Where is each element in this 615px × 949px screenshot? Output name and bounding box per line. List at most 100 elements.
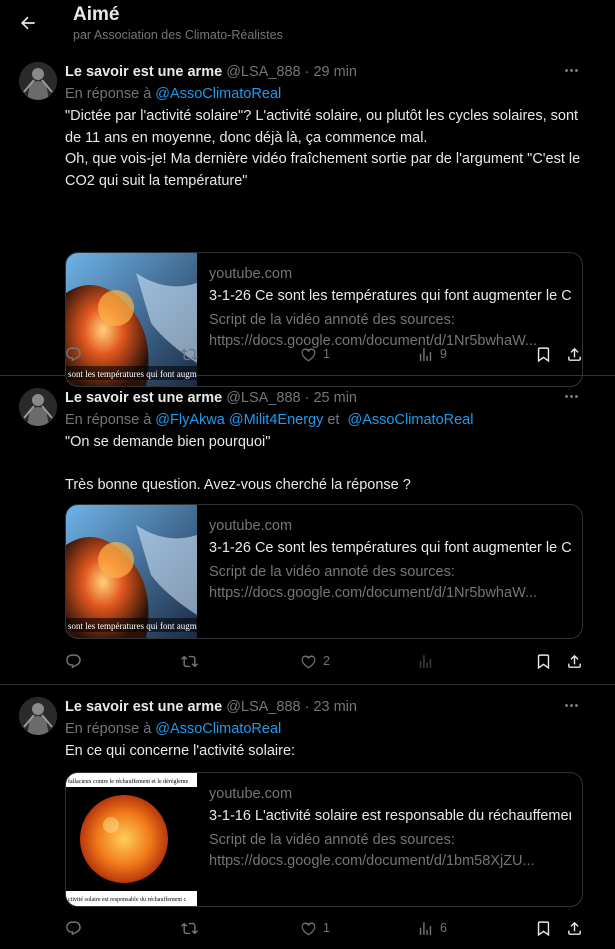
- card-desc-line: Script de la vidéo annoté des sources:: [209, 312, 455, 328]
- page-subtitle: par Association des Climato-Réalistes: [73, 28, 283, 42]
- views-button[interactable]: 6: [417, 916, 447, 940]
- more-options-button[interactable]: [561, 386, 581, 406]
- tweet-text: En ce qui concerne l'activité solaire:: [65, 743, 296, 759]
- share-button[interactable]: [566, 916, 583, 940]
- mention-separator: et: [323, 412, 344, 428]
- author-name[interactable]: Le savoir est une arme: [65, 699, 222, 715]
- mention-link[interactable]: @Milit4Energy: [229, 412, 324, 428]
- views-icon: [419, 921, 432, 935]
- heart-icon: [301, 348, 316, 361]
- card-domain: youtube.com: [209, 518, 293, 534]
- bookmark-button[interactable]: [535, 649, 552, 673]
- reply-button[interactable]: [65, 342, 88, 366]
- tweet-actions: 1 6: [0, 916, 615, 940]
- card-domain: youtube.com: [209, 786, 293, 802]
- retweet-icon: [181, 922, 198, 934]
- reply-context: En réponse à @FlyAkwa @Milit4Energy et @…: [65, 410, 473, 430]
- tweet[interactable]: Le savoir est une arme @LSA_888 · 25 min…: [0, 377, 615, 685]
- reply-prefix: En réponse à: [65, 86, 156, 102]
- more-options-button[interactable]: [561, 60, 581, 80]
- share-icon: [568, 921, 581, 935]
- link-card[interactable]: fallacieux contre le réchauffement et le…: [65, 772, 583, 907]
- share-button[interactable]: [566, 649, 583, 673]
- page-title: Aimé: [73, 4, 120, 25]
- reply-prefix: En réponse à: [65, 412, 156, 428]
- tweet-text: "On se demande bien pourquoi" Très bonne…: [65, 434, 411, 493]
- like-count: 1: [323, 921, 330, 935]
- more-options-button[interactable]: [561, 695, 581, 715]
- view-count: 9: [440, 347, 447, 361]
- author-handle-time[interactable]: @LSA_888 · 25 min: [226, 390, 357, 406]
- retweet-button[interactable]: [181, 649, 204, 673]
- bookmark-button[interactable]: [535, 916, 552, 940]
- reply-context: En réponse à @AssoClimatoReal: [65, 719, 281, 739]
- share-button[interactable]: [566, 342, 583, 366]
- avatar[interactable]: [19, 62, 57, 100]
- card-description: Script de la vidéo annoté des sources: h…: [209, 830, 571, 872]
- card-description: Script de la vidéo annoté des sources: h…: [209, 562, 571, 604]
- reply-icon: [66, 653, 81, 668]
- author-handle-time[interactable]: @LSA_888 · 23 min: [226, 699, 357, 715]
- video-thumbnail: sont les températures qui font augmen: [66, 253, 197, 386]
- author-name[interactable]: Le savoir est une arme: [65, 64, 222, 80]
- mention-link[interactable]: @AssoClimatoReal: [155, 721, 281, 737]
- video-thumbnail: fallacieux contre le réchauffement et le…: [66, 773, 197, 906]
- card-desc-url: https://docs.google.com/document/d/1Nr5b…: [209, 585, 538, 601]
- like-button[interactable]: 1: [300, 916, 330, 940]
- share-icon: [568, 654, 581, 668]
- share-icon: [568, 347, 581, 361]
- tweet[interactable]: Le savoir est une arme @LSA_888 · 29 min…: [0, 56, 615, 387]
- avatar[interactable]: [19, 697, 57, 735]
- like-button[interactable]: 1: [300, 342, 330, 366]
- heart-icon: [301, 655, 316, 668]
- tweet-header: Le savoir est une arme @LSA_888 · 29 min: [65, 62, 357, 82]
- bookmark-icon: [537, 653, 550, 669]
- thumbnail-caption-bottom: ctivité solaire est responsable du récha…: [68, 896, 187, 903]
- author-name[interactable]: Le savoir est une arme: [65, 390, 222, 406]
- video-thumbnail: sont les températures qui font augmen: [66, 505, 197, 638]
- card-title: 3-1-26 Ce sont les températures qui font…: [209, 288, 571, 304]
- card-desc-line: Script de la vidéo annoté des sources:: [209, 832, 455, 848]
- retweet-icon: [181, 348, 198, 360]
- arrow-left-icon: [20, 16, 35, 30]
- card-title: 3-1-16 L'activité solaire est responsabl…: [209, 808, 571, 824]
- page-header: Aimé par Association des Climato-Réalist…: [0, 0, 615, 56]
- card-domain: youtube.com: [209, 266, 293, 282]
- retweet-icon: [181, 655, 198, 667]
- views-icon: [419, 347, 432, 361]
- tweet-header: Le savoir est une arme @LSA_888 · 23 min: [65, 697, 357, 717]
- retweet-button[interactable]: [181, 342, 204, 366]
- like-count: 1: [323, 347, 330, 361]
- reply-icon: [66, 920, 81, 935]
- bookmark-icon: [537, 346, 550, 362]
- views-button[interactable]: [417, 649, 440, 673]
- tweet-header: Le savoir est une arme @LSA_888 · 25 min: [65, 388, 357, 408]
- link-card[interactable]: sont les températures qui font augmen yo…: [65, 252, 583, 387]
- retweet-button[interactable]: [181, 916, 204, 940]
- like-button[interactable]: 2: [300, 649, 330, 673]
- card-title: 3-1-26 Ce sont les températures qui font…: [209, 540, 571, 556]
- tweet-actions: 2: [0, 649, 615, 673]
- bookmark-icon: [537, 920, 550, 936]
- author-handle-time[interactable]: @LSA_888 · 29 min: [226, 64, 357, 80]
- view-count: 6: [440, 921, 447, 935]
- mention-link[interactable]: @AssoClimatoReal: [348, 412, 474, 428]
- avatar[interactable]: [19, 388, 57, 426]
- reply-prefix: En réponse à: [65, 721, 156, 737]
- views-button[interactable]: 9: [417, 342, 447, 366]
- tweet[interactable]: Le savoir est une arme @LSA_888 · 23 min…: [0, 686, 615, 949]
- link-card[interactable]: sont les températures qui font augmen yo…: [65, 504, 583, 639]
- card-desc-line: Script de la vidéo annoté des sources:: [209, 564, 455, 580]
- tweet-text: "Dictée par l'activité solaire"? L'activ…: [65, 108, 581, 189]
- thumbnail-caption-top: fallacieux contre le réchauffement et le…: [68, 778, 188, 785]
- card-desc-url: https://docs.google.com/document/d/1bm58…: [209, 853, 535, 869]
- mention-link[interactable]: @AssoClimatoReal: [155, 86, 281, 102]
- views-icon: [419, 654, 432, 668]
- reply-context: En réponse à @AssoClimatoReal: [65, 84, 281, 104]
- reply-button[interactable]: [65, 916, 88, 940]
- like-count: 2: [323, 654, 330, 668]
- reply-button[interactable]: [65, 649, 88, 673]
- bookmark-button[interactable]: [535, 342, 552, 366]
- mention-link[interactable]: @FlyAkwa: [155, 412, 225, 428]
- back-button[interactable]: [14, 9, 42, 37]
